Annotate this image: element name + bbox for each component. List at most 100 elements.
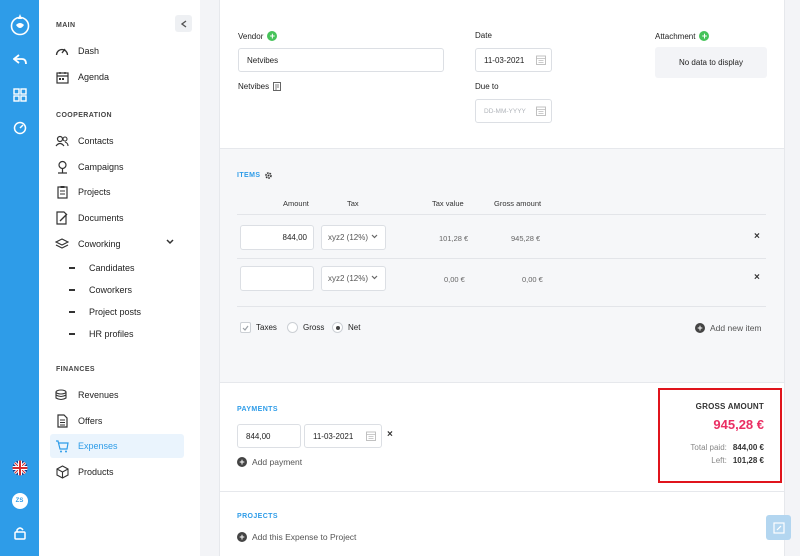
sidebar-item-label: Candidates — [89, 263, 135, 273]
sidebar-item-dash[interactable]: Dash — [50, 39, 184, 63]
sidebar-item-label: Agenda — [78, 72, 110, 82]
item-amount-input[interactable] — [240, 266, 314, 291]
chevron-down-icon — [371, 234, 378, 239]
sidebar-item-label: Documents — [78, 213, 124, 223]
plus-icon: + — [237, 457, 247, 467]
sidebar-item-coworking[interactable]: Coworking — [50, 232, 184, 256]
document-edit-icon — [55, 211, 69, 225]
item-tax-value: 101,28 € — [439, 234, 469, 243]
column-header-tax: Tax — [347, 199, 359, 208]
item-amount-input[interactable]: 844,00 — [240, 225, 314, 250]
expand-icon[interactable] — [766, 515, 791, 540]
app-logo-icon[interactable] — [0, 12, 39, 38]
shopping-cart-icon — [55, 439, 69, 453]
back-arrow-icon[interactable] — [0, 54, 39, 66]
due-date-input[interactable]: DD-MM-YYYY — [475, 99, 552, 123]
sidebar-item-expenses[interactable]: Expenses — [50, 434, 184, 458]
sidebar-item-label: HR profiles — [89, 329, 134, 339]
sidebar-subitem-hr-profiles[interactable]: HR profiles — [69, 329, 134, 339]
gross-amount-value: 945,28 € — [713, 417, 764, 432]
calendar-icon — [536, 106, 546, 116]
sidebar-item-revenues[interactable]: Revenues — [50, 383, 184, 407]
plus-icon: + — [695, 323, 705, 333]
sidebar-item-label: Revenues — [78, 390, 119, 400]
gear-icon[interactable] — [264, 171, 273, 180]
item-tax-value: 0,00 € — [444, 275, 465, 284]
add-attachment-button[interactable]: + — [699, 31, 710, 41]
date-input[interactable]: 11-03-2021 — [475, 48, 552, 72]
add-vendor-button[interactable]: + — [267, 31, 278, 41]
sidebar-item-projects[interactable]: Projects — [50, 180, 184, 204]
sidebar-item-products[interactable]: Products — [50, 460, 184, 484]
collapse-sidebar-button[interactable] — [175, 15, 192, 32]
remove-payment-button[interactable]: × — [387, 429, 393, 440]
row-divider — [237, 306, 766, 307]
avatar-initials: ZS — [11, 493, 28, 509]
sidebar-item-label: Projects — [78, 187, 111, 197]
items-title: ITEMS — [237, 171, 273, 180]
sidebar-item-offers[interactable]: Offers — [50, 409, 184, 433]
apps-grid-icon[interactable] — [0, 88, 39, 102]
section-cooperation: COOPERATION — [56, 112, 112, 119]
add-new-item-button[interactable]: + Add new item — [695, 323, 762, 333]
clipboard-icon — [55, 185, 69, 199]
avatar[interactable]: ZS — [0, 493, 39, 509]
due-label: Due to — [475, 82, 499, 91]
gross-amount-title: GROSS AMOUNT — [695, 402, 764, 411]
gross-amount-summary: GROSS AMOUNT 945,28 € Total paid: 844,00 … — [658, 388, 782, 483]
payments-title: PAYMENTS — [237, 406, 278, 413]
taxes-checkbox[interactable]: Taxes — [240, 322, 277, 333]
sidebar-item-label: Dash — [78, 46, 100, 56]
sidebar-item-label: Coworkers — [89, 285, 133, 295]
plus-icon: + — [237, 532, 247, 542]
calendar-icon — [55, 70, 69, 84]
sidebar-item-campaigns[interactable]: Campaigns — [50, 155, 184, 179]
layers-icon — [55, 237, 69, 251]
add-payment-button[interactable]: + Add payment — [237, 457, 302, 467]
row-divider — [237, 258, 766, 259]
remove-item-button[interactable]: × — [754, 231, 760, 242]
sidebar-item-documents[interactable]: Documents — [50, 206, 184, 230]
item-tax-select[interactable]: xyz2 (12%) — [321, 225, 386, 250]
projects-title: PROJECTS — [237, 513, 278, 520]
vendor-link[interactable]: Netvibes — [238, 82, 282, 91]
column-header-tax-value: Tax value — [432, 199, 464, 208]
vendor-input[interactable]: Netvibes — [238, 48, 444, 72]
users-icon — [55, 134, 69, 148]
box-icon — [55, 465, 69, 479]
gauge-icon[interactable] — [0, 121, 39, 135]
sidebar-subitem-candidates[interactable]: Candidates — [69, 263, 135, 273]
sidebar-item-label: Offers — [78, 416, 103, 426]
section-main: MAIN — [56, 22, 76, 29]
campaign-icon — [55, 160, 69, 174]
details-card: Vendor + Netvibes Netvibes Date 11-03-20… — [219, 0, 785, 149]
sidebar-item-contacts[interactable]: Contacts — [50, 129, 184, 153]
sidebar-item-label: Campaigns — [78, 162, 124, 172]
item-tax-select[interactable]: xyz2 (12%) — [321, 266, 386, 291]
chevron-down-icon — [371, 275, 378, 280]
payment-date-input[interactable]: 11-03-2021 — [304, 424, 382, 448]
total-paid: Total paid: 844,00 € — [690, 443, 764, 452]
gross-radio[interactable]: Gross — [287, 322, 324, 333]
amount-left: Left: 101,28 € — [711, 456, 764, 465]
app-rail: ZS — [0, 0, 39, 556]
attachment-empty: No data to display — [655, 47, 767, 78]
item-gross-value: 945,28 € — [511, 234, 541, 243]
sidebar-subitem-project-posts[interactable]: Project posts — [69, 307, 141, 317]
column-header-gross-amount: Gross amount — [494, 199, 542, 208]
remove-item-button[interactable]: × — [754, 272, 760, 283]
section-finances: FINANCES — [56, 366, 95, 373]
file-list-icon — [55, 414, 69, 428]
sidebar-item-agenda[interactable]: Agenda — [50, 65, 184, 89]
sidebar-subitem-coworkers[interactable]: Coworkers — [69, 285, 132, 295]
payment-amount-input[interactable]: 844,00 — [237, 424, 301, 448]
uk-flag-icon[interactable] — [0, 460, 39, 476]
sidebar-item-label: Products — [78, 467, 114, 477]
add-to-project-button[interactable]: + Add this Expense to Project — [237, 532, 356, 542]
sidebar-item-label: Project posts — [89, 307, 142, 317]
edit-note-icon — [273, 82, 282, 91]
net-radio[interactable]: Net — [332, 322, 360, 333]
coins-icon — [55, 388, 69, 402]
lock-icon[interactable] — [0, 526, 39, 540]
sidebar-item-label: Expenses — [78, 441, 118, 451]
